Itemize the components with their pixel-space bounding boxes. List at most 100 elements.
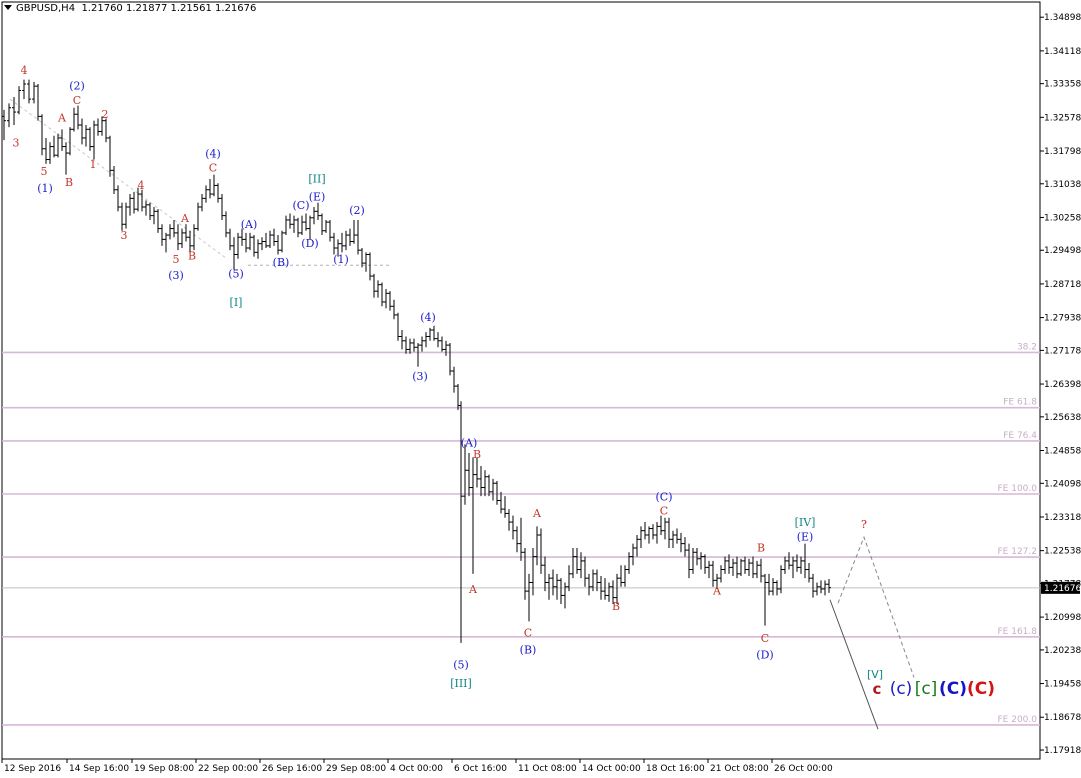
wave-label: B xyxy=(65,176,73,189)
fib-level-label: FE 100.0 xyxy=(998,484,1038,494)
wave-label: (4) xyxy=(420,311,436,324)
wave-label: (2) xyxy=(69,79,85,92)
wave-label: (C) xyxy=(656,491,673,504)
x-tick-label: 26 Oct 00:00 xyxy=(774,764,833,774)
y-tick-label: 1.27178 xyxy=(1044,346,1081,356)
wave-label: (A) xyxy=(241,218,258,231)
y-tick-label: 1.24858 xyxy=(1044,447,1081,457)
wave-label: (3) xyxy=(168,269,184,282)
wave-label: [IV] xyxy=(795,516,816,529)
wave-label: C xyxy=(524,627,532,640)
y-tick-label: 1.29498 xyxy=(1044,246,1081,256)
y-tick-label: 1.17918 xyxy=(1044,746,1081,756)
wave-label: (D) xyxy=(756,649,773,662)
wave-label: 4 xyxy=(138,179,145,192)
wave-label: ? xyxy=(861,518,867,531)
wave-label: C xyxy=(209,162,217,175)
y-tick-label: 1.31798 xyxy=(1044,147,1081,157)
y-tick-label: 1.31038 xyxy=(1044,180,1081,190)
fib-level-label: 38.2 xyxy=(1017,342,1037,352)
wave-label: B xyxy=(612,600,620,613)
wave-label: 1 xyxy=(90,158,97,171)
projection-line xyxy=(837,535,915,678)
target-wave-label: (c) xyxy=(890,679,913,699)
wave-label: 3 xyxy=(121,229,128,242)
y-tick-label: 1.30258 xyxy=(1044,213,1081,223)
wave-label: B xyxy=(757,542,765,555)
wave-label: [I] xyxy=(230,296,243,309)
wave-label: B xyxy=(473,448,481,461)
y-tick-label: 1.22538 xyxy=(1044,547,1081,557)
y-tick-label: 1.34118 xyxy=(1044,47,1081,57)
wave-label: (2) xyxy=(349,204,365,217)
x-tick-label: 6 Oct 16:00 xyxy=(454,764,507,774)
x-tick-label: 11 Oct 08:00 xyxy=(518,764,577,774)
target-wave-label: c xyxy=(873,680,882,698)
target-wave-label: (C) xyxy=(967,679,995,699)
x-tick-label: 26 Sep 16:00 xyxy=(262,764,322,774)
y-tick-label: 1.24098 xyxy=(1044,479,1081,489)
wave-label: 2 xyxy=(102,108,109,121)
y-tick-label: 1.25638 xyxy=(1044,413,1081,423)
y-tick-label: 1.20998 xyxy=(1044,613,1081,623)
y-tick-label: 1.33358 xyxy=(1044,80,1081,90)
current-price-label: 1.21676 xyxy=(1044,584,1081,594)
wave-label: 4 xyxy=(21,64,28,77)
wave-label: A xyxy=(468,583,478,596)
wave-label: [II] xyxy=(308,173,325,186)
y-tick-label: 1.34898 xyxy=(1044,13,1081,23)
fib-level-label: FE 200.0 xyxy=(998,715,1038,725)
y-tick-label: 1.23318 xyxy=(1044,513,1081,523)
wave-label: 3 xyxy=(13,136,20,149)
wave-label: (4) xyxy=(205,147,221,160)
wave-label: A xyxy=(532,507,542,520)
fib-level-label: FE 61.8 xyxy=(1003,398,1037,408)
wave-label: (E) xyxy=(309,191,326,204)
wave-label: (5) xyxy=(228,267,244,280)
fib-level-label: FE 76.4 xyxy=(1003,431,1037,441)
y-tick-label: 1.19458 xyxy=(1044,680,1081,690)
projection-line xyxy=(829,599,879,730)
x-tick-label: 14 Sep 16:00 xyxy=(69,764,129,774)
wave-label: (B) xyxy=(273,256,290,269)
wave-label: C xyxy=(73,94,81,107)
x-tick-label: 19 Sep 08:00 xyxy=(134,764,194,774)
fib-level-label: FE 127.2 xyxy=(998,547,1038,557)
y-tick-label: 1.20238 xyxy=(1044,646,1081,656)
wave-label: (3) xyxy=(412,370,428,383)
x-tick-label: 29 Sep 08:00 xyxy=(326,764,386,774)
wave-label: (1) xyxy=(37,182,53,195)
x-tick-label: 12 Sep 2016 xyxy=(4,764,61,774)
target-wave-label: (C) xyxy=(939,679,967,699)
y-tick-label: 1.28718 xyxy=(1044,280,1081,290)
wave-label: B xyxy=(188,249,196,262)
wave-label: A xyxy=(180,212,190,225)
x-tick-label: 4 Oct 00:00 xyxy=(390,764,443,774)
wave-label: C xyxy=(761,632,769,645)
x-tick-label: 18 Oct 16:00 xyxy=(646,764,705,774)
wave-label: A xyxy=(57,112,67,125)
dropdown-triangle-icon[interactable] xyxy=(4,5,12,10)
y-tick-label: 1.27938 xyxy=(1044,314,1081,324)
wave-label: 5 xyxy=(41,165,48,178)
target-wave-label: [c] xyxy=(915,679,938,699)
wave-label: A xyxy=(712,585,722,598)
wave-label: (B) xyxy=(520,643,537,656)
wave-label: (C) xyxy=(293,199,310,212)
ohlc-label: 1.21760 1.21877 1.21561 1.21676 xyxy=(81,3,257,14)
wave-label: (E) xyxy=(797,530,814,543)
chart-header: GBPUSD,H4 1.21760 1.21877 1.21561 1.2167… xyxy=(4,3,256,14)
wave-label: (5) xyxy=(453,658,469,671)
wave-label: [III] xyxy=(450,677,472,690)
x-tick-label: 14 Oct 00:00 xyxy=(582,764,641,774)
x-tick-label: 21 Oct 08:00 xyxy=(710,764,769,774)
wave-label: C xyxy=(660,504,668,517)
fib-level-label: FE 161.8 xyxy=(998,627,1038,637)
y-tick-label: 1.26398 xyxy=(1044,380,1081,390)
price-chart: 38.2 FE 61.8 FE 76.4 FE 100.0 FE 127.2 FE 161… xyxy=(1,1,1081,774)
y-tick-label: 1.18678 xyxy=(1044,713,1081,723)
y-tick-label: 1.32578 xyxy=(1044,113,1081,123)
symbol-label: GBPUSD,H4 xyxy=(16,3,76,14)
wave-label: (D) xyxy=(301,237,318,250)
wave-label: 5 xyxy=(173,253,180,266)
